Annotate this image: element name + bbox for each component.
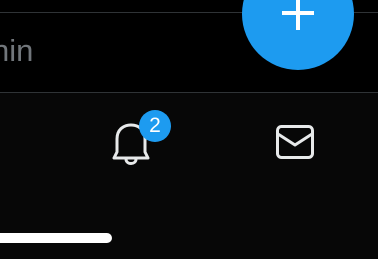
envelope-icon xyxy=(276,125,314,159)
timeline-partial-text: nin xyxy=(0,33,34,68)
home-indicator[interactable] xyxy=(0,233,112,243)
notifications-badge: 2 xyxy=(139,110,171,142)
plus-icon xyxy=(282,0,314,30)
messages-tab[interactable] xyxy=(270,119,320,169)
app-screen: nin 2 xyxy=(0,0,378,259)
